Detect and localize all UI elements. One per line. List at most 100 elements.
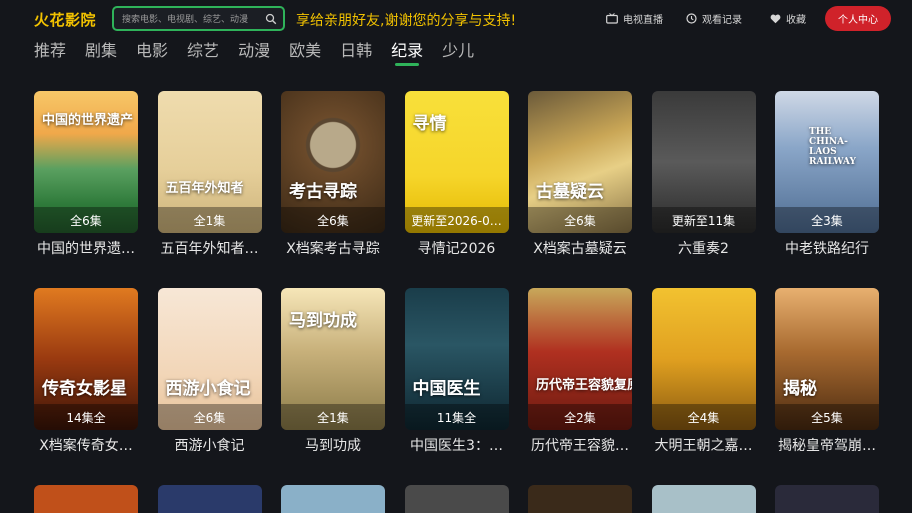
search-placeholder: 搜索电影、电视剧、综艺、动漫 (122, 15, 249, 25)
card-title[interactable]: 寻情记2026 (405, 238, 509, 258)
episode-badge-label: 全5集 (811, 410, 843, 425)
poster-partial[interactable] (651, 485, 756, 513)
top-bar: 火花影院 搜索电影、电视剧、综艺、动漫 享给亲朋好友,谢谢您的分享与支持! 电视… (0, 0, 912, 38)
episode-badge-label: 全6集 (70, 213, 102, 228)
card-title[interactable]: 六重奏2 (652, 238, 756, 258)
poster-title-text: 西游小食记 (165, 379, 251, 399)
card-title[interactable]: 历代帝王容貌… (528, 435, 632, 455)
episode-badge-label: 14集全 (66, 410, 106, 425)
poster-title-text: 历代帝王容貌复原 (536, 378, 632, 393)
tv-icon (606, 13, 618, 24)
host-portrait-poster[interactable]: 寻情更新至2026-0… (404, 91, 509, 233)
card-title[interactable]: 中国的世界遗… (34, 238, 138, 258)
village-poster[interactable]: 五百年外知者全1集 (157, 91, 262, 233)
card-title[interactable]: 中国医生3：… (405, 435, 509, 455)
category-tabs: 推荐 剧集 电影 综艺 动漫 欧美 日韩 纪录 少儿 (34, 40, 493, 68)
poster-title-text: 五百年外知者 (165, 181, 244, 196)
poster-title-text: 揭秘 (783, 379, 817, 399)
episode-badge-label: 全6集 (317, 213, 349, 228)
profile-button[interactable]: 个人中心 (825, 6, 891, 31)
episode-badge: 14集全 (34, 404, 138, 430)
ancient-emperor-poster[interactable]: 揭秘全5集 (775, 288, 879, 430)
tab-0[interactable]: 推荐 (34, 40, 66, 64)
app-logo[interactable]: 火花影院 (34, 9, 96, 30)
episode-badge-label: 更新至2026-0… (411, 213, 502, 228)
episode-badge-label: 全2集 (564, 410, 596, 425)
media-card[interactable]: 传奇女影星 14集全 X档案传奇女… (34, 288, 138, 455)
history-button[interactable]: 观看记录 (686, 11, 742, 26)
horse-poster[interactable]: 马到功成全1集 (281, 288, 385, 430)
poster-partial[interactable] (34, 485, 138, 513)
poster-title-text: 考古寻踪 (289, 182, 357, 202)
tab-8[interactable]: 少儿 (442, 40, 474, 64)
media-card[interactable]: 寻情更新至2026-0… 寻情记2026 (404, 91, 509, 258)
tab-5[interactable]: 欧美 (289, 40, 321, 64)
heart-icon (770, 14, 781, 23)
episode-badge: 全6集 (34, 207, 138, 233)
gold-artifact-poster[interactable]: 古墓疑云 全6集 (528, 91, 632, 233)
card-title[interactable]: 五百年外知者… (158, 238, 262, 258)
tab-2[interactable]: 电影 (136, 40, 168, 64)
tab-3[interactable]: 综艺 (187, 40, 219, 64)
ming-emperor-poster[interactable]: 全4集 (651, 288, 756, 430)
episode-badge: 全6集 (281, 207, 385, 233)
episode-badge: 11集全 (404, 404, 509, 430)
card-title[interactable]: 西游小食记 (158, 435, 262, 455)
history-label: 观看记录 (702, 15, 742, 26)
tab-4[interactable]: 动漫 (238, 40, 270, 64)
media-card[interactable]: 中国医生 11集全中国医生3：… (404, 288, 509, 455)
doctor-poster[interactable]: 中国医生 11集全 (404, 288, 509, 430)
episode-badge: 全1集 (281, 404, 385, 430)
poster-title-text: 中国的世界遗产 (42, 113, 134, 128)
poster-title-text: 马到功成 (289, 311, 357, 331)
group-portrait-poster[interactable]: 更新至11集 (651, 91, 756, 233)
search-input[interactable]: 搜索电影、电视剧、综艺、动漫 (112, 6, 285, 31)
landscape-poster[interactable]: 中国的世界遗产 全6集 (34, 91, 138, 233)
episode-badge: 全3集 (775, 207, 879, 233)
media-card[interactable]: 西游小食记 全6集 西游小食记 (157, 288, 262, 455)
poster-partial[interactable] (775, 485, 879, 513)
card-title[interactable]: 马到功成 (281, 435, 385, 455)
media-card[interactable]: 中国的世界遗产 全6集中国的世界遗… (34, 91, 138, 258)
card-title[interactable]: X档案传奇女… (34, 435, 138, 455)
tab-1[interactable]: 剧集 (85, 40, 117, 64)
search-icon[interactable] (265, 13, 277, 25)
media-card[interactable]: 历代帝王容貌复原全2集历代帝王容貌… (528, 288, 632, 455)
media-card[interactable]: 古墓疑云 全6集 X档案古墓疑云 (528, 91, 632, 258)
poster-partial[interactable] (404, 485, 509, 513)
silhouette-poster[interactable]: 传奇女影星 14集全 (34, 288, 138, 430)
media-card[interactable]: 马到功成 全1集 马到功成 (281, 288, 385, 455)
tab-7[interactable]: 纪录 (391, 40, 423, 66)
episode-badge-label: 全4集 (687, 410, 720, 425)
media-card[interactable]: 更新至11集六重奏2 (651, 91, 756, 258)
media-card[interactable]: 全4集大明王朝之嘉… (651, 288, 756, 455)
tab-6[interactable]: 日韩 (340, 40, 372, 64)
poster-partial[interactable] (528, 485, 632, 513)
favorites-label: 收藏 (786, 15, 806, 26)
favorites-button[interactable]: 收藏 (770, 11, 806, 26)
clock-icon (686, 13, 697, 24)
jade-disc-poster[interactable]: 考古寻踪全6集 (281, 91, 385, 233)
episode-badge-label: 全1集 (317, 410, 349, 425)
card-title[interactable]: 揭秘皇帝驾崩… (775, 435, 879, 455)
card-title[interactable]: X档案古墓疑云 (528, 238, 632, 258)
emperor-poster[interactable]: 历代帝王容貌复原全2集 (528, 288, 632, 430)
media-card[interactable]: 五百年外知者全1集五百年外知者… (157, 91, 262, 258)
poster-title-text: 古墓疑云 (536, 182, 604, 202)
card-title[interactable]: 大明王朝之嘉… (652, 435, 756, 455)
episode-badge-label: 全1集 (193, 213, 226, 228)
tv-live-button[interactable]: 电视直播 (606, 11, 663, 26)
tv-live-label: 电视直播 (623, 15, 663, 26)
card-title[interactable]: X档案考古寻踪 (281, 238, 385, 258)
media-card[interactable]: THE CHINA-LAOS RAILWAY 全3集中老铁路纪行 (775, 91, 879, 258)
food-poster[interactable]: 西游小食记 全6集 (157, 288, 262, 430)
media-card[interactable]: 揭秘全5集揭秘皇帝驾崩… (775, 288, 879, 455)
poster-title-text: 传奇女影星 (42, 379, 127, 399)
poster-title-text: 寻情 (412, 114, 447, 134)
poster-partial[interactable] (281, 485, 385, 513)
media-card[interactable]: 考古寻踪全6集 X档案考古寻踪 (281, 91, 385, 258)
card-title[interactable]: 中老铁路纪行 (775, 238, 879, 258)
episode-badge: 全2集 (528, 404, 632, 430)
poster-partial[interactable] (157, 485, 262, 513)
railway-poster[interactable]: THE CHINA-LAOS RAILWAY 全3集 (775, 91, 879, 233)
